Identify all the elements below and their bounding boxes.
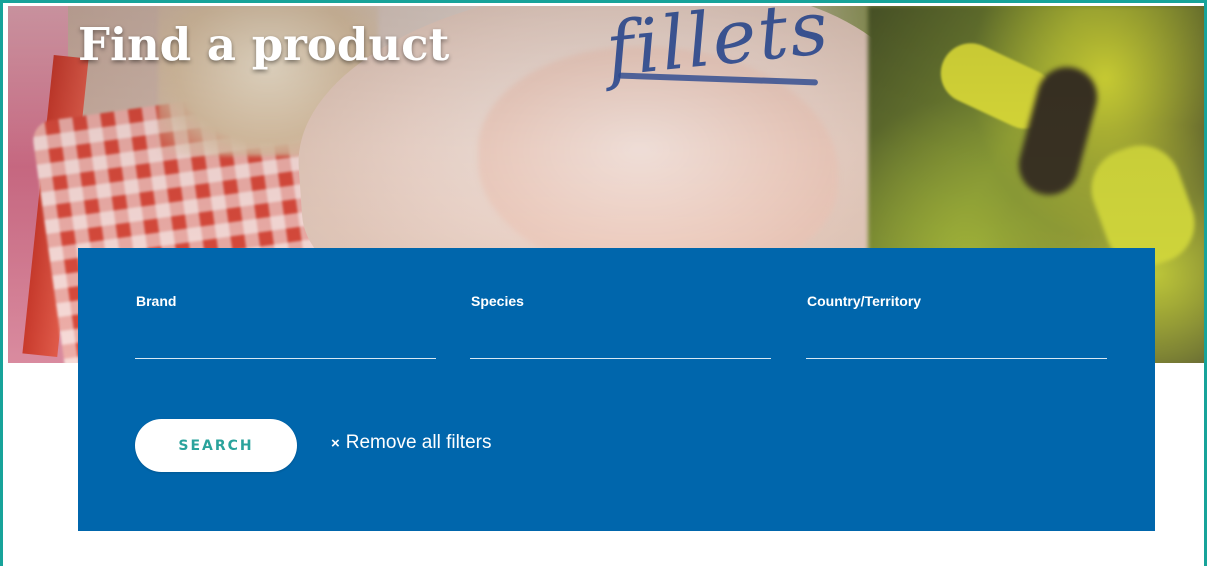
search-button[interactable]: SEARCH xyxy=(135,419,297,472)
brand-input[interactable] xyxy=(135,316,436,359)
remove-all-filters-link[interactable]: × Remove all filters xyxy=(331,432,491,454)
country-input[interactable] xyxy=(806,316,1107,359)
species-label: Species xyxy=(471,293,524,309)
country-label: Country/Territory xyxy=(807,293,922,309)
brand-label: Brand xyxy=(136,293,177,309)
species-input[interactable] xyxy=(470,316,771,359)
close-icon: × xyxy=(331,434,340,452)
page-title: Find a product xyxy=(78,18,450,71)
remove-all-filters-label: Remove all filters xyxy=(345,432,492,453)
product-filter-panel: Brand Species Country/Territory SEARCH ×… xyxy=(78,248,1155,531)
